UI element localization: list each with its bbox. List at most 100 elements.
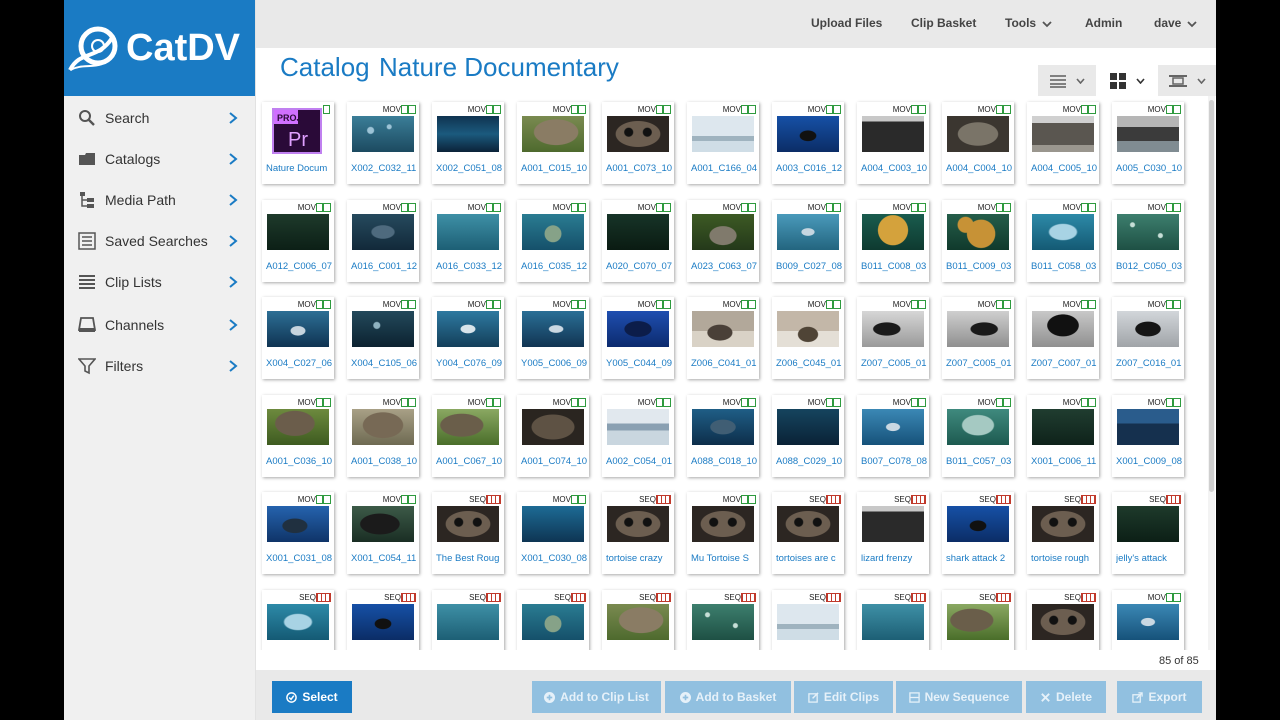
clip-tile[interactable]: MOV A023_C063_07 — [687, 199, 759, 282]
filmstrip-view-button[interactable] — [1158, 65, 1216, 96]
clip-tile[interactable]: MOV A001_C067_10 — [432, 394, 504, 477]
clip-tile[interactable]: MOV B009_C027_08 — [772, 199, 844, 282]
export-button[interactable]: Export — [1117, 681, 1202, 713]
clip-tile[interactable]: MOV A020_C070_07 — [602, 199, 674, 282]
clip-tile[interactable]: MOV A001_C038_10 — [347, 394, 419, 477]
clip-tile[interactable]: MOV A004_C005_10 — [1027, 102, 1099, 184]
clip-tile[interactable]: SEQ — [857, 589, 929, 650]
upload-files-link[interactable]: Upload Files — [811, 16, 882, 30]
user-menu[interactable]: dave — [1154, 16, 1197, 30]
clip-tile[interactable]: MOV X001_C054_11 — [347, 492, 419, 574]
clip-tile[interactable]: SEQ tortoise rough — [1027, 492, 1099, 574]
clip-tile[interactable]: MOV A005_C030_10 — [1112, 102, 1184, 184]
clip-tile[interactable]: MOV B012_C050_03 — [1112, 199, 1184, 282]
clip-tile[interactable]: MOV A088_C018_10 — [687, 394, 759, 477]
clip-tile[interactable]: MOV X004_C105_06 — [347, 297, 419, 379]
clip-tile[interactable]: MOV A003_C016_12 — [772, 102, 844, 184]
chevron-right-icon — [229, 112, 238, 124]
clip-basket-link[interactable]: Clip Basket — [911, 16, 976, 30]
clip-tile[interactable]: MOV A016_C035_12 — [517, 199, 589, 282]
clip-tile[interactable]: SEQ — [942, 589, 1014, 650]
sidebar-item-clip-lists[interactable]: Clip Lists — [64, 262, 256, 302]
clip-tile[interactable]: MOV X001_C031_08 — [262, 492, 334, 574]
clip-tile[interactable]: SEQ jelly's attack — [1112, 492, 1184, 574]
clip-tile[interactable]: SEQ — [602, 589, 674, 650]
clip-tile[interactable]: MOV Z007_C005_01 — [942, 297, 1014, 379]
clip-tile[interactable]: SEQ — [772, 589, 844, 650]
clip-tile[interactable]: MOV A001_C073_10 — [602, 102, 674, 184]
clip-tile[interactable]: MOV B011_C009_03 — [942, 199, 1014, 282]
clip-tile[interactable]: MOV A088_C029_10 — [772, 394, 844, 477]
clip-tile[interactable]: MOV A016_C033_12 — [432, 199, 504, 282]
clip-tile[interactable]: SEQ — [687, 589, 759, 650]
clip-tile[interactable]: MOV Y004_C076_09 — [432, 297, 504, 379]
clip-tile[interactable]: MOV A004_C003_10 — [857, 102, 929, 184]
add-to-clip-list-button[interactable]: Add to Clip List — [532, 681, 661, 713]
clip-tile[interactable]: MOV Y005_C044_09 — [602, 297, 674, 379]
sidebar-item-saved-searches[interactable]: Saved Searches — [64, 221, 256, 261]
grid-view-button[interactable] — [1098, 65, 1156, 96]
sidebar-item-search[interactable]: Search — [64, 98, 256, 138]
scrollbar-thumb[interactable] — [1209, 100, 1214, 492]
delete-button[interactable]: Delete — [1026, 681, 1106, 713]
clip-type-badge: SEQ — [639, 592, 656, 602]
catdv-logo[interactable]: CatDV — [64, 0, 255, 96]
clip-tile[interactable]: MOV B007_C078_08 — [857, 394, 929, 477]
clip-tile[interactable]: SEQ — [1027, 589, 1099, 650]
clip-tile[interactable]: SEQ — [432, 589, 504, 650]
clip-tile[interactable]: SEQ tortoise crazy — [602, 492, 674, 574]
clip-name: A001_C015_10 — [521, 163, 587, 174]
add-to-basket-button[interactable]: Add to Basket — [665, 681, 791, 713]
sidebar-item-label: Catalogs — [105, 151, 161, 167]
breadcrumb[interactable]: Catalog — [280, 52, 370, 83]
sidebar-item-media-path[interactable]: Media Path — [64, 180, 256, 220]
chevron-down-icon — [1042, 21, 1052, 28]
clip-tile[interactable]: MOV X001_C006_11 — [1027, 394, 1099, 477]
tools-menu[interactable]: Tools — [1005, 16, 1052, 30]
clip-tile[interactable]: MOV Z006_C045_01 — [772, 297, 844, 379]
clip-tile[interactable]: MOV X001_C009_08 — [1112, 394, 1184, 477]
clip-tile[interactable]: MOV Z007_C007_01 — [1027, 297, 1099, 379]
clip-tile[interactable]: SEQ — [517, 589, 589, 650]
clip-tile[interactable]: PROJ Pr Nature Docum — [262, 102, 334, 184]
clip-tile[interactable]: MOV — [1112, 589, 1184, 650]
sidebar-item-channels[interactable]: Channels — [64, 305, 256, 345]
clip-tile[interactable]: MOV A001_C074_10 — [517, 394, 589, 477]
clip-tile[interactable]: MOV B011_C057_03 — [942, 394, 1014, 477]
clip-tile[interactable]: MOV Mu Tortoise S — [687, 492, 759, 574]
vertical-scrollbar[interactable] — [1208, 96, 1215, 650]
clip-tile[interactable]: MOV Y005_C006_09 — [517, 297, 589, 379]
clip-tile[interactable]: MOV A001_C015_10 — [517, 102, 589, 184]
clip-tile[interactable]: SEQ lizard frenzy — [857, 492, 929, 574]
edit-clips-button[interactable]: Edit Clips — [794, 681, 893, 713]
sidebar-item-catalogs[interactable]: Catalogs — [64, 139, 256, 179]
list-view-button[interactable] — [1038, 65, 1096, 96]
clip-thumbnail — [1117, 603, 1179, 640]
clip-tile[interactable]: SEQ shark attack 2 — [942, 492, 1014, 574]
clip-tile[interactable]: SEQ — [347, 589, 419, 650]
clip-tile[interactable]: SEQ The Best Roug — [432, 492, 504, 574]
clip-tile[interactable]: MOV A004_C004_10 — [942, 102, 1014, 184]
clip-type-badge: MOV — [722, 300, 741, 309]
clip-tile[interactable]: MOV A016_C001_12 — [347, 199, 419, 282]
clip-tile[interactable]: MOV X004_C027_06 — [262, 297, 334, 379]
clip-tile[interactable]: MOV X002_C032_11 — [347, 102, 419, 184]
clip-tile[interactable]: MOV A001_C166_04 — [687, 102, 759, 184]
clip-tile[interactable]: MOV Z007_C016_01 — [1112, 297, 1184, 379]
clip-tile[interactable]: MOV X001_C030_08 — [517, 492, 589, 574]
clip-tile[interactable]: MOV Z007_C005_01 — [857, 297, 929, 379]
clip-tile[interactable]: MOV X002_C051_08 — [432, 102, 504, 184]
clip-tile[interactable]: MOV A001_C036_10 — [262, 394, 334, 477]
sidebar-item-filters[interactable]: Filters — [64, 346, 256, 386]
select-button[interactable]: Select — [272, 681, 352, 713]
new-sequence-button[interactable]: New Sequence — [896, 681, 1022, 713]
admin-link[interactable]: Admin — [1085, 16, 1122, 30]
clip-tile[interactable]: MOV A002_C054_01 — [602, 394, 674, 477]
clip-tile[interactable]: SEQ — [262, 589, 334, 650]
clip-tile[interactable]: MOV A012_C006_07 — [262, 199, 334, 282]
clip-tile[interactable]: MOV B011_C008_03 — [857, 199, 929, 282]
clip-tile[interactable]: MOV B011_C058_03 — [1027, 199, 1099, 282]
movie-icon — [316, 495, 331, 504]
clip-tile[interactable]: SEQ tortoises are c — [772, 492, 844, 574]
clip-tile[interactable]: MOV Z006_C041_01 — [687, 297, 759, 379]
